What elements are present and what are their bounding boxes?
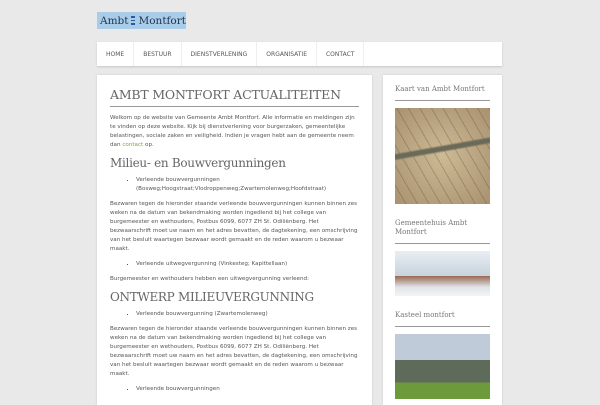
nav-dienstverlening[interactable]: DIENSTVERLENING — [182, 42, 258, 66]
intro-part: op. — [143, 142, 154, 148]
widget-title: Gemeentehuis Ambt Montfort — [395, 219, 490, 244]
logo-emblem-icon — [131, 16, 136, 25]
page-title: AMBT MONTFORT ACTUALITEITEN — [110, 87, 359, 107]
bezwaar-text: Bezwaren tegen de hieronder staande verl… — [110, 326, 358, 377]
list-item: Verleende bouwvergunningen — [136, 385, 359, 394]
logo-text: Montfort — [138, 14, 186, 27]
section-heading: ONTWERP MILIEUVERGUNNING — [110, 290, 314, 304]
nav-organisatie[interactable]: ORGANISATIE — [257, 42, 317, 66]
section-heading: Milieu- en Bouwvergunningen — [110, 156, 286, 170]
widget-title: Kaart van Ambt Montfort — [395, 85, 490, 101]
list-item: Verleende uitwegvergunning (Vinkesteg; K… — [136, 260, 359, 269]
map-image[interactable] — [395, 108, 490, 204]
nav-contact[interactable]: CONTACT — [317, 42, 365, 66]
list-item: Verleende bouwvergunning (Zwartemolenweg… — [136, 310, 359, 319]
list-item: Verleende bouwvergunningen (Bosweg;Hoogs… — [136, 176, 359, 194]
uitweg-text: Burgemeester en wethouders hebben een ui… — [110, 276, 309, 282]
logo-text: Ambt — [100, 14, 129, 27]
castle-image[interactable] — [395, 334, 490, 399]
main-content: AMBT MONTFORT ACTUALITEITEN Welkom op de… — [97, 75, 372, 405]
bezwaar-text: Bezwaren tegen de hieronder staande verl… — [110, 201, 358, 252]
site-logo[interactable]: Ambt Montfort — [97, 12, 186, 29]
main-nav: HOME BESTUUR DIENSTVERLENING ORGANISATIE… — [97, 42, 502, 66]
widget-title: Kasteel montfort — [395, 311, 490, 327]
nav-home[interactable]: HOME — [97, 42, 135, 66]
town-hall-image[interactable] — [395, 251, 490, 296]
contact-link[interactable]: contact — [122, 142, 143, 148]
sidebar: Kaart van Ambt Montfort Gemeentehuis Amb… — [383, 75, 502, 405]
nav-bestuur[interactable]: BESTUUR — [134, 42, 182, 66]
intro-text: Welkom op de website van Gemeente Ambt M… — [110, 114, 359, 150]
